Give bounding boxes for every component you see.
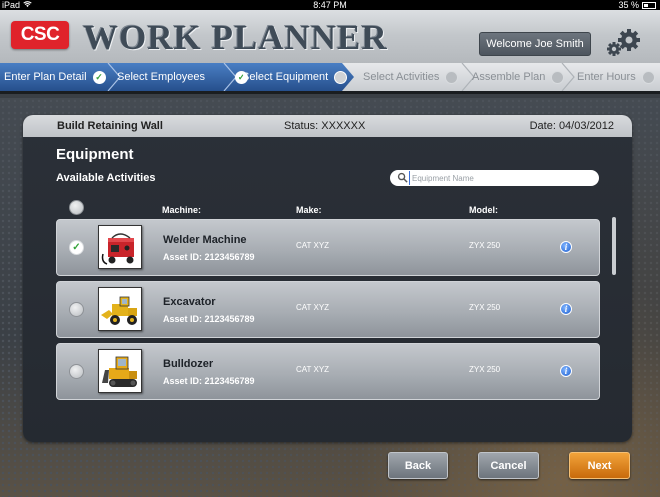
equipment-image bbox=[98, 225, 142, 269]
step-label: Assemble Plan bbox=[472, 71, 546, 83]
section-title: Equipment bbox=[56, 146, 134, 163]
equipment-name: Bulldozer bbox=[163, 358, 214, 370]
step-select-employees[interactable]: Select Employees ✓ bbox=[117, 63, 249, 91]
step-select-equipment[interactable]: Select Equipment bbox=[242, 63, 348, 91]
info-icon[interactable]: i bbox=[560, 241, 572, 253]
equipment-row[interactable]: ✓ Welder Machine Asset ID: 2123456789 CA… bbox=[56, 219, 600, 276]
step-circle-icon bbox=[445, 70, 459, 84]
welcome-user-button[interactable]: Welcome Joe Smith bbox=[479, 32, 591, 56]
step-label: Enter Plan Detail bbox=[4, 71, 87, 83]
section-subtitle: Available Activities bbox=[56, 172, 156, 184]
column-model: Model: bbox=[469, 205, 498, 215]
bulldozer-icon bbox=[99, 350, 141, 392]
asset-id: Asset ID: 2123456789 bbox=[163, 252, 255, 262]
search-box[interactable] bbox=[390, 170, 599, 186]
app-header: CSC WORK PLANNER Welcome Joe Smith bbox=[0, 10, 660, 65]
excavator-icon bbox=[99, 288, 141, 330]
row-select-radio[interactable] bbox=[69, 302, 84, 317]
plan-status: Status: XXXXXX bbox=[284, 120, 366, 132]
equipment-image bbox=[98, 349, 142, 393]
step-label: Select Equipment bbox=[242, 71, 329, 83]
step-label: Select Employees bbox=[117, 71, 206, 83]
back-button[interactable]: Back bbox=[388, 452, 448, 479]
equipment-name: Welder Machine bbox=[163, 234, 247, 246]
equipment-make: CAT XYZ bbox=[296, 365, 330, 374]
clock: 8:47 PM bbox=[313, 0, 347, 10]
step-enter-hours[interactable]: Enter Hours bbox=[577, 63, 655, 91]
step-circle-icon bbox=[641, 70, 655, 84]
step-select-activities[interactable]: Select Activities bbox=[363, 63, 459, 91]
battery-percent: 35 % bbox=[618, 0, 639, 10]
info-icon[interactable]: i bbox=[560, 303, 572, 315]
equipment-name: Excavator bbox=[163, 296, 216, 308]
list-scrollbar[interactable] bbox=[612, 217, 616, 275]
equipment-search-input[interactable] bbox=[409, 171, 589, 185]
equipment-panel: Build Retaining Wall Status: XXXXXX Date… bbox=[23, 115, 632, 442]
step-label: Select Activities bbox=[363, 71, 440, 83]
column-make: Make: bbox=[296, 205, 322, 215]
row-select-radio[interactable]: ✓ bbox=[69, 240, 84, 255]
checkmark-icon: ✓ bbox=[92, 70, 106, 84]
cancel-button[interactable]: Cancel bbox=[478, 452, 539, 479]
plan-name: Build Retaining Wall bbox=[57, 120, 163, 132]
battery-status: 35 % bbox=[618, 0, 656, 10]
equipment-make: CAT XYZ bbox=[296, 303, 330, 312]
welder-machine-icon bbox=[99, 226, 141, 268]
search-icon bbox=[397, 172, 408, 183]
equipment-model: ZYX 250 bbox=[469, 241, 501, 250]
settings-gear-icon[interactable] bbox=[603, 26, 643, 58]
csc-logo: CSC bbox=[11, 21, 69, 49]
step-assemble-plan[interactable]: Assemble Plan bbox=[472, 63, 565, 91]
app-title: WORK PLANNER bbox=[83, 18, 388, 57]
plan-info-bar: Build Retaining Wall Status: XXXXXX Date… bbox=[23, 115, 632, 137]
step-circle-icon bbox=[334, 70, 348, 84]
next-button[interactable]: Next bbox=[569, 452, 630, 479]
step-progress-bar: Enter Plan Detail ✓ Select Employees ✓ S… bbox=[0, 63, 660, 94]
equipment-row[interactable]: Bulldozer Asset ID: 2123456789 CAT XYZ Z… bbox=[56, 343, 600, 400]
column-machine: Machine: bbox=[162, 205, 202, 215]
row-select-radio[interactable] bbox=[69, 364, 84, 379]
battery-icon bbox=[642, 1, 656, 9]
asset-id: Asset ID: 2123456789 bbox=[163, 314, 255, 324]
equipment-model: ZYX 250 bbox=[469, 365, 501, 374]
equipment-image bbox=[98, 287, 142, 331]
status-bar: iPad 8:47 PM 35 % bbox=[0, 0, 660, 10]
step-enter-plan-detail[interactable]: Enter Plan Detail ✓ bbox=[4, 63, 106, 91]
plan-date: Date: 04/03/2012 bbox=[529, 120, 614, 132]
equipment-row[interactable]: Excavator Asset ID: 2123456789 CAT XYZ Z… bbox=[56, 281, 600, 338]
step-label: Enter Hours bbox=[577, 71, 636, 83]
equipment-make: CAT XYZ bbox=[296, 241, 330, 250]
step-circle-icon bbox=[551, 70, 565, 84]
asset-id: Asset ID: 2123456789 bbox=[163, 376, 255, 386]
select-all-radio[interactable] bbox=[69, 200, 84, 215]
info-icon[interactable]: i bbox=[560, 365, 572, 377]
equipment-model: ZYX 250 bbox=[469, 303, 501, 312]
